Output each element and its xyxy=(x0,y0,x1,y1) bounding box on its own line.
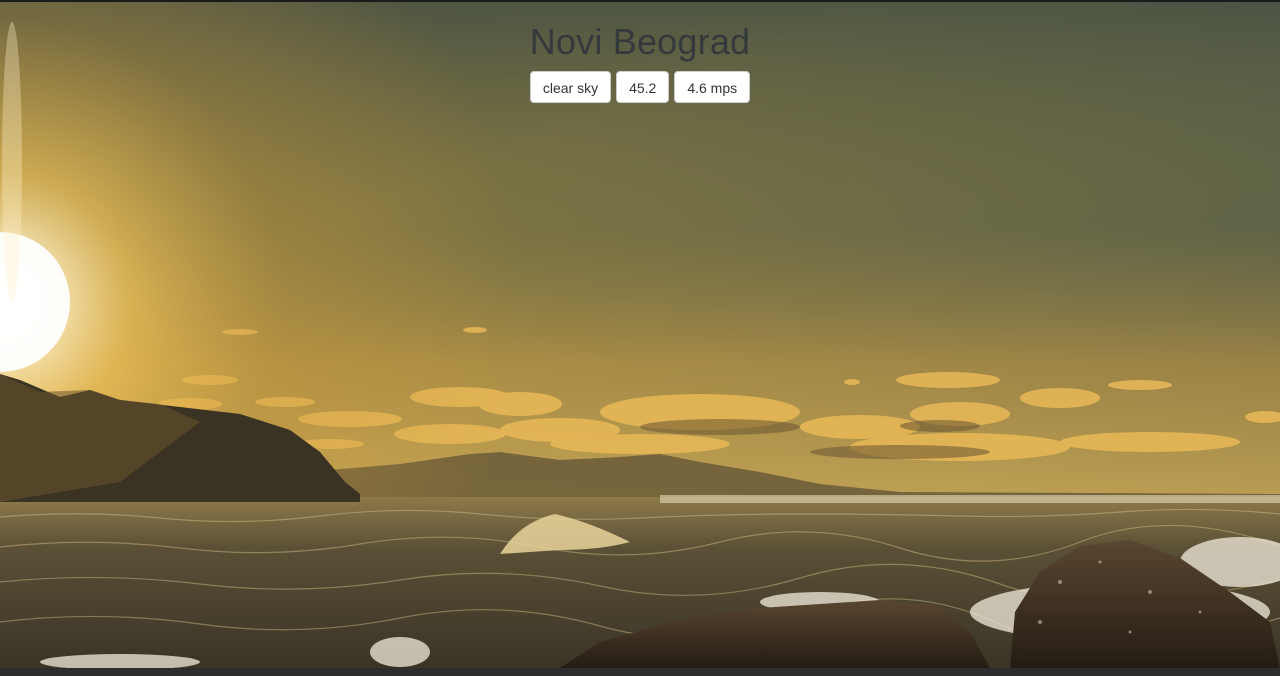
city-title: Novi Beograd xyxy=(529,21,751,62)
condition-button[interactable]: clear sky xyxy=(529,71,612,103)
temperature-button[interactable]: 45.2 xyxy=(616,71,670,103)
weather-panel: Novi Beograd clear sky 45.2 4.6 mps xyxy=(0,2,1280,103)
wind-speed-button[interactable]: 4.6 mps xyxy=(674,71,751,103)
window-bottom-bar xyxy=(0,668,1280,676)
weather-info-row: clear sky 45.2 4.6 mps xyxy=(0,71,1280,103)
